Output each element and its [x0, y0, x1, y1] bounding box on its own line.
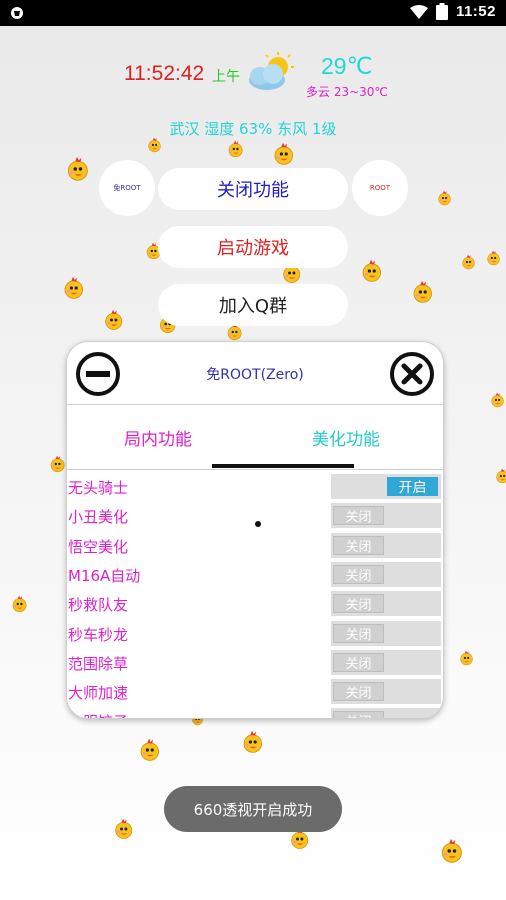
toggle-state-label: 关闭: [333, 682, 384, 702]
chick-icon: [64, 276, 83, 299]
tab-in-game[interactable]: 局内功能: [124, 425, 192, 450]
wifi-icon: [409, 4, 428, 19]
toggle-state-label: 关闭: [333, 535, 384, 555]
chick-icon: [243, 730, 262, 753]
chick-icon: [496, 468, 506, 484]
chick-icon: [12, 595, 27, 613]
panel-header: 免ROOT(Zero): [67, 342, 443, 404]
feature-name: 秒救队友: [68, 596, 129, 615]
panel-tabs: 局内功能 美化功能: [67, 405, 443, 471]
feature-name: 一服饺子: [68, 711, 128, 718]
feature-toggle[interactable]: 关闭: [331, 561, 441, 587]
feature-toggle[interactable]: 关闭: [331, 708, 441, 718]
chick-icon: [487, 250, 500, 266]
chick-icon: [67, 156, 88, 181]
tab-beautify[interactable]: 美化功能: [312, 425, 380, 450]
partly-cloudy-icon: [249, 52, 294, 90]
active-tab-indicator: [212, 464, 354, 468]
weather-condition: 多云 23~30℃: [306, 85, 388, 99]
toggle-state-label: 关闭: [333, 506, 384, 526]
chick-icon: [140, 738, 159, 761]
feature-toggle[interactable]: 关闭: [331, 620, 441, 646]
feature-name: 无头骑士: [68, 479, 129, 497]
chick-icon: [228, 140, 243, 158]
chick-icon: [115, 818, 133, 839]
feature-row: 大师加速 关闭: [67, 678, 443, 707]
am-pm-label: 上午: [212, 69, 240, 85]
chick-icon: [413, 280, 432, 303]
root-mode-button[interactable]: ROOT: [352, 160, 408, 216]
chick-icon: [491, 392, 504, 408]
root-mode-label: ROOT: [369, 184, 391, 192]
feature-row: 小丑美化 关闭: [67, 502, 443, 531]
feature-toggle[interactable]: 关闭: [331, 532, 441, 558]
feature-row: M16A自动 关闭: [67, 561, 443, 590]
toggle-state-label: 开启: [387, 477, 438, 496]
feature-toggle[interactable]: 关闭: [331, 679, 441, 705]
chick-icon: [105, 309, 123, 330]
toggle-state-label: 关闭: [333, 594, 384, 614]
panel-title: 免ROOT(Zero): [206, 367, 304, 383]
chick-icon: [462, 254, 475, 270]
close-features-button[interactable]: 关闭功能: [158, 168, 348, 210]
clock-time: 11:52:42: [124, 62, 205, 85]
feature-name: 大师加速: [68, 684, 129, 703]
temperature: 29℃: [321, 53, 373, 79]
chick-icon: [441, 838, 462, 863]
toast-message: 660透视开启成功: [164, 786, 342, 832]
feature-toggle[interactable]: 关闭: [331, 591, 441, 617]
chick-icon: [50, 455, 65, 473]
no-root-mode-label: 免ROOT: [113, 184, 141, 192]
feature-row: 秒救队友 关闭: [67, 590, 443, 619]
chick-icon: [148, 137, 161, 153]
feature-row: 秒车秒龙 关闭: [67, 620, 443, 649]
toggle-state-label: 关闭: [333, 652, 384, 672]
join-qq-group-button[interactable]: 加入Q群: [158, 284, 348, 326]
status-bar: 11:52: [0, 0, 506, 26]
touch-dot: [255, 521, 261, 527]
close-icon[interactable]: [389, 351, 435, 397]
toggle-state-label: 关闭: [333, 564, 384, 584]
feature-row: 悟空美化 关闭: [67, 532, 443, 561]
toggle-state-label: 关闭: [333, 623, 384, 643]
app-notification-icon: [11, 7, 23, 19]
feature-name: 范围除草: [68, 654, 129, 673]
battery-icon: [435, 3, 448, 20]
tabs-divider: [67, 469, 443, 470]
feature-name: M16A自动: [68, 566, 141, 585]
start-game-button[interactable]: 启动游戏: [158, 226, 348, 268]
feature-name: 秒车秒龙: [68, 625, 129, 644]
chick-icon: [460, 650, 473, 666]
feature-toggle[interactable]: 关闭: [331, 503, 441, 529]
toggle-state-label: 关闭: [333, 711, 384, 718]
feature-name: 小丑美化: [68, 508, 129, 527]
feature-name: 悟空美化: [68, 537, 129, 556]
location-humidity-wind: 武汉 湿度 63% 东风 1级: [169, 120, 337, 138]
feature-toggle[interactable]: 关闭: [331, 649, 441, 675]
chick-icon: [438, 190, 451, 206]
chick-icon: [362, 259, 381, 282]
feature-panel: 免ROOT(Zero) 局内功能 美化功能 无头骑士 开启 小丑美化 关闭 悟空美化 关闭…: [66, 341, 444, 719]
status-time: 11:52: [455, 3, 496, 20]
feature-row: 范围除草 关闭: [67, 649, 443, 678]
feature-toggle[interactable]: 开启: [331, 474, 441, 499]
no-root-mode-button[interactable]: 免ROOT: [99, 160, 155, 216]
feature-row: 无头骑士 开启: [67, 473, 443, 502]
chick-icon: [274, 142, 293, 165]
feature-row: 一服饺子 关闭: [67, 707, 443, 718]
